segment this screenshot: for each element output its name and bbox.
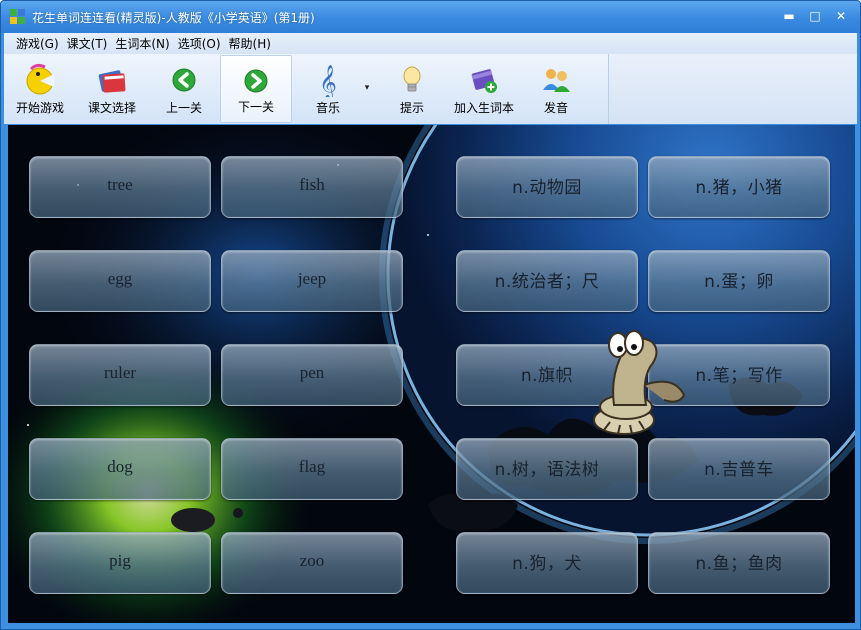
menu-help[interactable]: 帮助(H) (229, 35, 271, 52)
meaning-card-tree[interactable]: n.树，语法树 (456, 438, 638, 500)
menu-bar: 游戏(G) 课文(T) 生词本(N) 选项(O) 帮助(H) (4, 33, 857, 54)
next-level-button[interactable]: 下一关 (220, 55, 292, 123)
word-card-label: jeep (297, 269, 327, 288)
word-card-egg[interactable]: egg (29, 250, 211, 312)
meaning-card-label: n.笔；写作 (695, 365, 783, 386)
meaning-card-pig[interactable]: n.猪，小猪 (648, 156, 830, 218)
lesson-select-label: 课文选择 (87, 101, 136, 115)
meaning-card-egg[interactable]: n.蛋；卵 (648, 250, 830, 312)
hint-button[interactable]: 提示 (376, 55, 448, 123)
next-level-label: 下一关 (237, 100, 274, 114)
window-bottom-border (1, 623, 860, 629)
window-controls: ▬ □ ✕ (776, 7, 854, 25)
word-card-label: pen (299, 363, 325, 382)
word-card-dog[interactable]: dog (29, 438, 211, 500)
window-title: 花生单词连连看(精灵版)-人教版《小学英语》(第1册) (32, 10, 315, 25)
add-wordbook-button[interactable]: 加入生词本 (448, 55, 520, 123)
word-card-pen[interactable]: pen (221, 344, 403, 406)
menu-wordbook[interactable]: 生词本(N) (115, 35, 169, 52)
pacman-icon (26, 63, 54, 95)
lesson-select-button[interactable]: 课文选择 (76, 55, 148, 123)
word-card-label: tree (107, 175, 133, 194)
app-window: 花生单词连连看(精灵版)-人教版《小学英语》(第1册) ▬ □ ✕ 游戏(G) … (0, 0, 861, 630)
word-card-jeep[interactable]: jeep (221, 250, 403, 312)
meaning-card-label: n.狗，犬 (512, 553, 582, 574)
meaning-card-label: n.树，语法树 (494, 459, 600, 480)
pronounce-button[interactable]: 发音 (520, 55, 592, 123)
arrow-right-icon (244, 69, 268, 93)
worm-mascot-icon (593, 330, 686, 435)
word-card-label: fish (299, 175, 325, 194)
toolbar-empty-area (609, 54, 857, 124)
meaning-card-label: n.蛋；卵 (704, 271, 774, 292)
music-button[interactable]: 𝄞 音乐 (292, 55, 364, 123)
menu-game[interactable]: 游戏(G) (16, 35, 59, 52)
start-game-label: 开始游戏 (15, 101, 64, 115)
pronounce-label: 发音 (543, 101, 568, 115)
meaning-card-label: n.统治者；尺 (494, 271, 600, 292)
treble-clef-icon: 𝄞 (319, 65, 337, 97)
prev-level-label: 上一关 (165, 101, 202, 115)
menu-lesson[interactable]: 课文(T) (67, 35, 108, 52)
app-icon (10, 9, 26, 25)
word-card-fish[interactable]: fish (221, 156, 403, 218)
word-card-label: egg (107, 269, 133, 288)
meaning-card-label: n.鱼；鱼肉 (695, 553, 783, 574)
prev-level-button[interactable]: 上一关 (148, 55, 220, 123)
word-card-flag[interactable]: flag (221, 438, 403, 500)
word-card-label: zoo (299, 551, 325, 570)
meaning-card-label: n.旗帜 (520, 365, 574, 386)
music-label: 音乐 (315, 101, 340, 115)
meaning-card-zoo[interactable]: n.动物园 (456, 156, 638, 218)
word-card-label: ruler (103, 363, 137, 382)
meaning-card-jeep[interactable]: n.吉普车 (648, 438, 830, 500)
word-card-ruler[interactable]: ruler (29, 344, 211, 406)
close-button[interactable]: ✕ (828, 7, 854, 25)
arrow-left-icon (172, 68, 196, 92)
meaning-card-label: n.吉普车 (704, 459, 774, 480)
minimize-button[interactable]: ▬ (776, 7, 802, 25)
meaning-card-label: n.动物园 (512, 177, 582, 198)
book-add-icon (471, 69, 497, 93)
meaning-card-dog[interactable]: n.狗，犬 (456, 532, 638, 594)
maximize-button[interactable]: □ (802, 7, 828, 25)
title-bar[interactable]: 花生单词连连看(精灵版)-人教版《小学英语》(第1册) ▬ □ ✕ (1, 1, 860, 33)
toolbar: 开始游戏 课文选择 上一关 下一关 𝄞 音乐 ▾ 提示 加入生词本 发音 (4, 54, 857, 124)
word-card-label: dog (107, 457, 133, 476)
start-game-button[interactable]: 开始游戏 (4, 55, 76, 123)
svg-text:𝄞: 𝄞 (319, 65, 337, 97)
word-card-zoo[interactable]: zoo (221, 532, 403, 594)
word-card-label: flag (298, 457, 326, 476)
books-icon (98, 70, 126, 93)
word-card-tree[interactable]: tree (29, 156, 211, 218)
meaning-card-fish[interactable]: n.鱼；鱼肉 (648, 532, 830, 594)
game-board: tree fish egg jeep ruler pen dog flag pi… (8, 125, 855, 623)
hint-label: 提示 (399, 101, 424, 115)
add-wordbook-label: 加入生词本 (453, 101, 514, 115)
menu-options[interactable]: 选项(O) (178, 35, 221, 52)
meaning-card-ruler[interactable]: n.统治者；尺 (456, 250, 638, 312)
word-card-pig[interactable]: pig (29, 532, 211, 594)
lightbulb-icon (403, 66, 421, 92)
meaning-card-label: n.猪，小猪 (695, 177, 783, 198)
speaker-people-icon (543, 69, 570, 92)
word-card-label: pig (109, 551, 131, 570)
